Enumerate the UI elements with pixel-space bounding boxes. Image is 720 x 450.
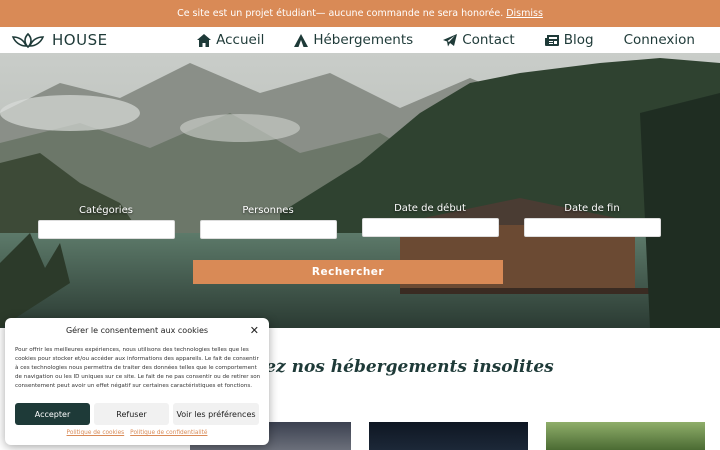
lake-landscape-image bbox=[0, 53, 720, 328]
nav-label: Connexion bbox=[623, 32, 695, 48]
hero-banner: Catégories Personnes Date de début Date … bbox=[0, 53, 720, 328]
cookie-dialog-text: Pour offrir les meilleures expériences, … bbox=[15, 347, 261, 389]
lotus-logo-icon bbox=[11, 32, 45, 49]
nav-connexion[interactable]: Connexion bbox=[624, 32, 695, 48]
cookie-consent-dialog: Gérer le consentement aux cookies ✕ Pour… bbox=[5, 318, 269, 445]
thumbnail-image[interactable] bbox=[546, 422, 705, 450]
dismiss-link[interactable]: Dismiss bbox=[506, 8, 543, 19]
notice-text: Ce site est un projet étudiant— aucune c… bbox=[177, 8, 504, 19]
newspaper-icon bbox=[544, 34, 559, 46]
nav-accueil[interactable]: Accueil bbox=[197, 32, 264, 48]
cookie-dialog-title: Gérer le consentement aux cookies bbox=[65, 326, 209, 335]
personnes-label: Personnes bbox=[242, 205, 294, 216]
categories-label: Catégories bbox=[79, 205, 133, 216]
close-icon[interactable]: ✕ bbox=[250, 324, 259, 337]
privacy-policy-link[interactable]: Politique de confidentialité bbox=[130, 430, 207, 436]
nav-label: Accueil bbox=[216, 32, 265, 48]
accept-button[interactable]: Accepter bbox=[15, 403, 90, 425]
logo-text: HOUSE bbox=[52, 31, 108, 49]
tent-icon bbox=[294, 33, 309, 47]
date-debut-input[interactable] bbox=[362, 218, 499, 237]
nav-label: Blog bbox=[563, 32, 594, 48]
page: Ce site est un projet étudiant— aucune c… bbox=[0, 0, 720, 450]
refuse-button[interactable]: Refuser bbox=[94, 403, 169, 425]
nav-label: Hébergements bbox=[313, 32, 414, 48]
nav-hebergements[interactable]: Hébergements bbox=[294, 32, 413, 48]
categories-input[interactable] bbox=[38, 220, 175, 239]
personnes-input[interactable] bbox=[200, 220, 337, 239]
main-nav: Accueil Hébergements Contact Blog Connex… bbox=[197, 27, 695, 53]
search-button[interactable]: Rechercher bbox=[193, 260, 503, 284]
nav-contact[interactable]: Contact bbox=[443, 32, 515, 48]
view-preferences-button[interactable]: Voir les préférences bbox=[173, 403, 259, 425]
date-debut-label: Date de début bbox=[394, 203, 466, 214]
nav-blog[interactable]: Blog bbox=[544, 32, 594, 48]
date-fin-label: Date de fin bbox=[564, 203, 620, 214]
home-icon bbox=[197, 33, 212, 47]
thumbnail-image[interactable] bbox=[369, 422, 528, 450]
logo[interactable]: HOUSE bbox=[10, 27, 108, 53]
policy-links: Politique de cookies Politique de confid… bbox=[5, 430, 269, 436]
cookie-policy-link[interactable]: Politique de cookies bbox=[67, 430, 125, 436]
notice-bar: Ce site est un projet étudiant— aucune c… bbox=[0, 0, 720, 27]
nav-label: Contact bbox=[462, 32, 515, 48]
date-fin-input[interactable] bbox=[524, 218, 661, 237]
site-header: HOUSE Accueil Hébergements Contact Blog … bbox=[0, 27, 720, 53]
paper-plane-icon bbox=[443, 33, 458, 46]
